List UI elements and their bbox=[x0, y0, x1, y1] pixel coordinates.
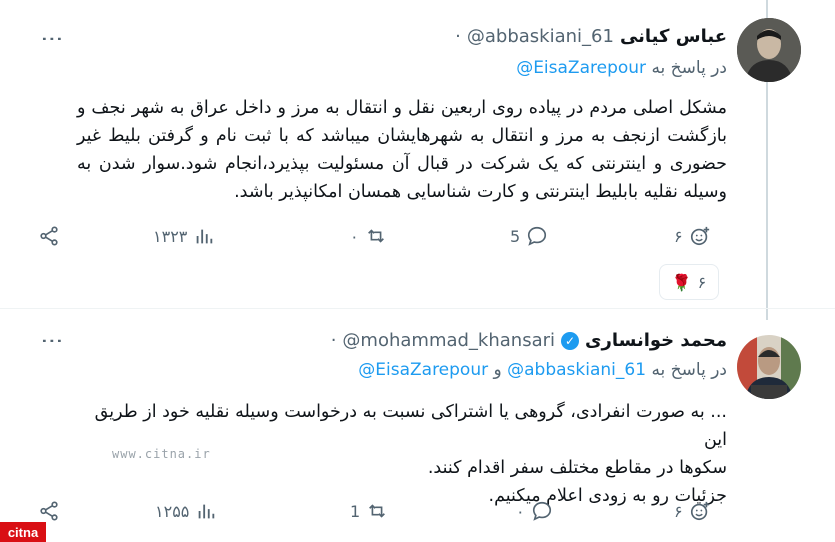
retweet-icon bbox=[367, 229, 384, 243]
tweet-khansari[interactable]: ⋮ · @mohammad_khansari ✓ محمد خوانساری د… bbox=[0, 320, 835, 542]
views-icon bbox=[197, 229, 213, 244]
tweet-text-line: ... به صورت انفرادی، گروهی یا اشتراکی نس… bbox=[94, 402, 727, 450]
views-button[interactable]: ۱۲۵۵ bbox=[155, 500, 217, 522]
display-name[interactable]: محمد خوانساری bbox=[585, 330, 727, 351]
user-handle[interactable]: @mohammad_khansari bbox=[342, 330, 555, 351]
reply-mention[interactable]: @abbaskiani_61 bbox=[507, 360, 646, 380]
reply-mention[interactable]: @EisaZarepour bbox=[516, 58, 646, 78]
reaction-chip[interactable]: 🌹 ۶ bbox=[659, 264, 719, 300]
reply-mention-2[interactable]: @EisaZarepour bbox=[358, 360, 488, 380]
watermark: www.citna.ir bbox=[112, 447, 211, 461]
emoji-react-icon bbox=[690, 226, 709, 246]
user-handle[interactable]: @abbaskiani_61 bbox=[467, 26, 614, 47]
more-options-icon[interactable]: ⋮ bbox=[39, 330, 64, 348]
header-separator: · bbox=[455, 26, 461, 47]
reaction-chip-count: ۶ bbox=[697, 272, 707, 292]
share-button[interactable] bbox=[38, 225, 60, 247]
reaction-count: ۶ bbox=[674, 226, 683, 246]
reply-icon bbox=[532, 501, 551, 521]
citna-logo: citna bbox=[0, 522, 46, 542]
display-name[interactable]: عباس کیانی bbox=[620, 26, 727, 47]
header-separator: · bbox=[330, 330, 337, 351]
share-icon bbox=[40, 501, 58, 521]
views-count: ۱۲۵۵ bbox=[155, 501, 190, 521]
retweet-icon bbox=[369, 504, 386, 518]
views-icon bbox=[199, 504, 215, 519]
reply-count: ۰ bbox=[516, 501, 525, 521]
more-options-icon[interactable]: ⋮ bbox=[39, 28, 64, 46]
rose-icon: 🌹 bbox=[671, 272, 692, 292]
emoji-react-icon bbox=[690, 501, 709, 521]
retweet-button[interactable]: ۰ bbox=[350, 225, 387, 247]
tweet-text: مشکل اصلی مردم در پیاده روی اربعین نقل و… bbox=[77, 98, 727, 202]
divider bbox=[0, 308, 835, 309]
reply-button[interactable]: ۰ bbox=[516, 500, 553, 522]
reaction-count: ۶ bbox=[674, 501, 683, 521]
avatar[interactable] bbox=[737, 335, 801, 399]
share-icon bbox=[40, 226, 58, 246]
react-button[interactable]: ۶ bbox=[674, 500, 711, 522]
views-button[interactable]: ۱۳۲۳ bbox=[153, 225, 215, 247]
tweet-actions: ۱۲۵۵ 1 ۰ ۶ bbox=[38, 500, 727, 530]
react-button[interactable]: ۶ bbox=[674, 225, 711, 247]
views-count: ۱۳۲۳ bbox=[153, 226, 188, 246]
reply-icon bbox=[528, 226, 547, 246]
tweet-actions: ۱۳۲۳ ۰ 5 ۶ bbox=[38, 225, 727, 255]
reply-count: 5 bbox=[510, 226, 521, 246]
reply-button[interactable]: 5 bbox=[510, 225, 548, 247]
avatar[interactable] bbox=[737, 18, 801, 82]
reply-and: و bbox=[493, 360, 502, 380]
retweet-count: ۰ bbox=[350, 226, 359, 246]
verified-badge-icon: ✓ bbox=[561, 331, 580, 350]
share-button[interactable] bbox=[38, 500, 60, 522]
reply-context: در پاسخ به @abbaskiani_61 و @EisaZarepou… bbox=[358, 360, 727, 380]
retweet-count: 1 bbox=[350, 501, 361, 521]
retweet-button[interactable]: 1 bbox=[350, 500, 388, 522]
reply-prefix: در پاسخ به bbox=[651, 360, 727, 380]
reply-prefix: در پاسخ به bbox=[651, 58, 727, 78]
tweet-abbaskiani[interactable]: ⋮ · @abbaskiani_61 عباس کیانی در پاسخ به… bbox=[0, 0, 835, 268]
reply-context: در پاسخ به @EisaZarepour bbox=[516, 58, 727, 78]
